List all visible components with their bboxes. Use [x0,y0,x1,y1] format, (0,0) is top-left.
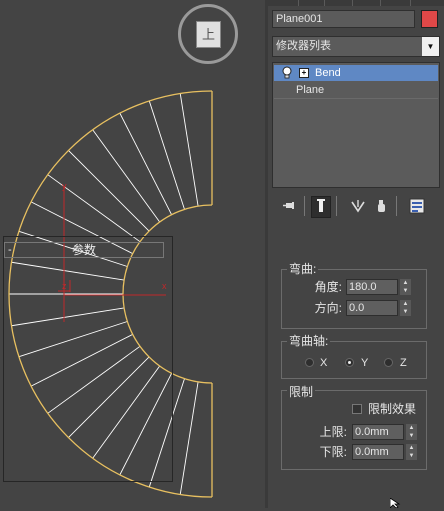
pin-stack-icon[interactable] [281,196,299,216]
command-panel-tabs[interactable] [268,0,444,6]
modifier-list-label: 修改器列表 [276,40,331,52]
upper-limit-spinner[interactable]: ▲ ▼ [406,424,417,440]
lower-limit-field[interactable]: 0.0mm [352,444,404,460]
stack-item-bend[interactable]: + Bend [274,65,438,81]
limit-effect-label: 限制效果 [368,402,417,416]
spinner-down-icon[interactable]: ▼ [400,308,411,316]
stack-item-plane[interactable]: Plane [274,82,438,99]
tab-divider [324,0,325,6]
tab-divider [380,0,381,6]
spinner-up-icon[interactable]: ▲ [400,279,411,287]
viewcube[interactable]: 上 [178,4,242,68]
wire-edge [119,112,172,215]
tab-divider [298,0,299,6]
direction-spinner[interactable]: ▲ ▼ [400,300,411,316]
tab-divider [410,0,411,6]
upper-limit-label: 上限: [319,425,347,439]
viewcube-face-label: 上 [201,27,215,42]
angle-label: 角度: [314,280,342,294]
bend-group [281,269,427,329]
spinner-down-icon[interactable]: ▼ [400,287,411,295]
stack-item-label: Bend [315,67,341,79]
axis-x-label: X [320,357,328,369]
object-name-field[interactable]: Plane001 [272,10,415,28]
stack-item-label: Plane [296,84,325,96]
lower-limit-spinner[interactable]: ▲ ▼ [406,444,417,460]
bend-group-label: 弯曲: [287,262,319,276]
axis-y-radio[interactable] [345,358,354,367]
toolbar-divider [336,196,337,216]
object-color-swatch[interactable] [421,10,438,28]
angle-field[interactable]: 180.0 [346,279,398,295]
angle-spinner[interactable]: ▲ ▼ [400,279,411,295]
lower-limit-label: 下限: [319,445,347,459]
toolbar-divider [304,196,305,216]
rollout-title: 参数 [71,243,96,257]
axis-y-label: Y [361,357,369,369]
axis-z-radio[interactable] [384,358,393,367]
spinner-down-icon[interactable]: ▼ [406,452,417,460]
viewcube-face[interactable]: 上 [196,21,221,48]
configure-modifier-sets-icon[interactable] [408,196,426,216]
direction-field[interactable]: 0.0 [346,300,398,316]
direction-label: 方向: [314,301,342,315]
spinner-up-icon[interactable]: ▲ [400,300,411,308]
stack-toolbar [272,192,440,220]
limit-effect-checkbox[interactable] [352,404,362,414]
limits-group-label: 限制 [287,385,316,399]
wire-edge [179,93,199,207]
make-unique-icon[interactable] [349,196,367,216]
wire-edge [179,381,199,495]
remove-modifier-icon[interactable] [372,196,390,216]
axis-x-radio[interactable] [305,358,314,367]
gizmo-y-label: y [62,181,67,191]
show-end-result-icon[interactable] [311,196,331,218]
rollout-header[interactable]: - 参数 [4,242,164,258]
mouse-cursor-icon [389,497,402,511]
modifier-stack[interactable]: + Bend Plane [272,62,440,188]
bend-axis-group-label: 弯曲轴: [287,334,331,348]
axis-z-label: Z [400,357,407,369]
expand-plus-icon[interactable]: + [299,68,309,78]
spinner-up-icon[interactable]: ▲ [406,444,417,452]
toolbar-divider [396,196,397,216]
upper-limit-field[interactable]: 0.0mm [352,424,404,440]
tab-divider [352,0,353,6]
wire-edge [148,100,185,210]
parameters-rollout [3,236,173,482]
chevron-down-icon[interactable]: ▼ [422,37,439,56]
spinner-down-icon[interactable]: ▼ [406,432,417,440]
modifier-list-dropdown[interactable]: 修改器列表 ▼ [272,36,440,57]
spinner-up-icon[interactable]: ▲ [406,424,417,432]
